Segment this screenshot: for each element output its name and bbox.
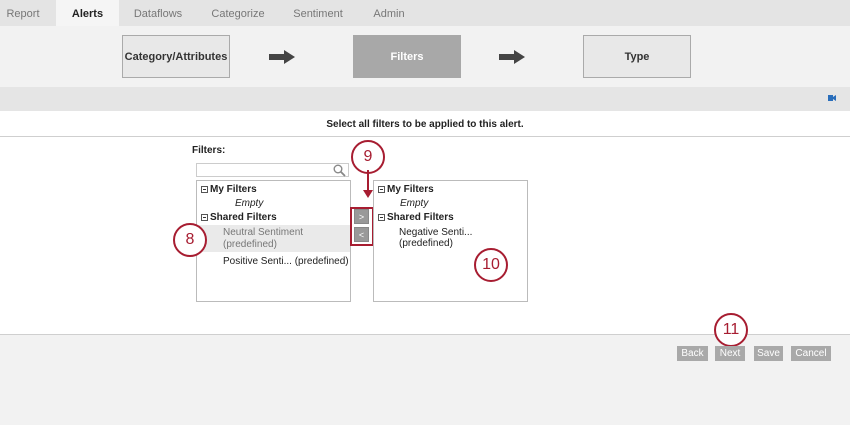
list-item[interactable]: Neutral Sentiment (predefined) <box>197 225 350 252</box>
wizard-steps: Category/Attributes Filters Type <box>0 26 850 88</box>
list-item[interactable]: Positive Senti... (predefined) <box>223 256 349 267</box>
tab-alerts[interactable]: Alerts <box>56 0 119 26</box>
my-filters-label: My Filters <box>387 184 434 195</box>
minus-box-icon[interactable] <box>201 214 208 221</box>
tab-admin[interactable]: Admin <box>365 0 413 26</box>
step-category-attributes[interactable]: Category/Attributes <box>122 35 230 78</box>
list-item[interactable]: Negative Senti... (predefined) <box>399 227 527 249</box>
save-button[interactable]: Save <box>754 346 783 361</box>
filters-label: Filters: <box>192 145 226 156</box>
callout-8: 8 <box>173 223 207 257</box>
my-filters-node[interactable]: My Filters <box>201 184 257 195</box>
available-filters-list[interactable]: My Filters Empty Shared Filters Neutral … <box>196 180 351 302</box>
my-filters-label: My Filters <box>210 184 257 195</box>
minus-box-icon[interactable] <box>378 186 385 193</box>
minus-box-icon[interactable] <box>201 186 208 193</box>
tab-sentiment[interactable]: Sentiment <box>288 0 348 26</box>
toolbar-strip <box>0 87 850 111</box>
back-button[interactable]: Back <box>677 346 708 361</box>
shared-filters-label: Shared Filters <box>387 212 454 223</box>
my-filters-empty: Empty <box>235 198 264 209</box>
search-input[interactable] <box>196 163 349 177</box>
minus-box-icon[interactable] <box>378 214 385 221</box>
selected-filters-list[interactable]: My Filters Empty Shared Filters Negative… <box>373 180 528 302</box>
callout-arrow <box>367 170 369 192</box>
remove-filter-button[interactable]: < <box>354 227 369 242</box>
shared-filters-node[interactable]: Shared Filters <box>201 212 277 223</box>
video-camera-icon[interactable] <box>828 95 836 101</box>
right-arrow-icon <box>269 50 295 64</box>
shared-filters-node[interactable]: Shared Filters <box>378 212 454 223</box>
instruction-text: Select all filters to be applied to this… <box>0 111 850 137</box>
callout-9: 9 <box>351 140 385 174</box>
tab-categorize[interactable]: Categorize <box>203 0 273 26</box>
cancel-button[interactable]: Cancel <box>791 346 831 361</box>
search-icon[interactable] <box>333 164 346 177</box>
filter-selection-panel: Select all filters to be applied to this… <box>0 111 850 335</box>
callout-arrowhead <box>363 190 373 198</box>
step-type[interactable]: Type <box>583 35 691 78</box>
top-nav-tabs: Report Alerts Dataflows Categorize Senti… <box>0 0 850 26</box>
my-filters-node[interactable]: My Filters <box>378 184 434 195</box>
add-filter-button[interactable]: > <box>354 209 369 224</box>
tab-report[interactable]: Report <box>0 0 46 26</box>
next-button[interactable]: Next <box>715 346 745 361</box>
tab-dataflows[interactable]: Dataflows <box>126 0 190 26</box>
list-item-suffix: (predefined) <box>223 239 277 250</box>
shared-filters-label: Shared Filters <box>210 212 277 223</box>
callout-10: 10 <box>474 248 508 282</box>
callout-11: 11 <box>714 313 748 347</box>
my-filters-empty: Empty <box>400 198 429 209</box>
right-arrow-icon <box>499 50 525 64</box>
step-filters[interactable]: Filters <box>353 35 461 78</box>
list-item-name: Neutral Sentiment <box>223 227 304 238</box>
